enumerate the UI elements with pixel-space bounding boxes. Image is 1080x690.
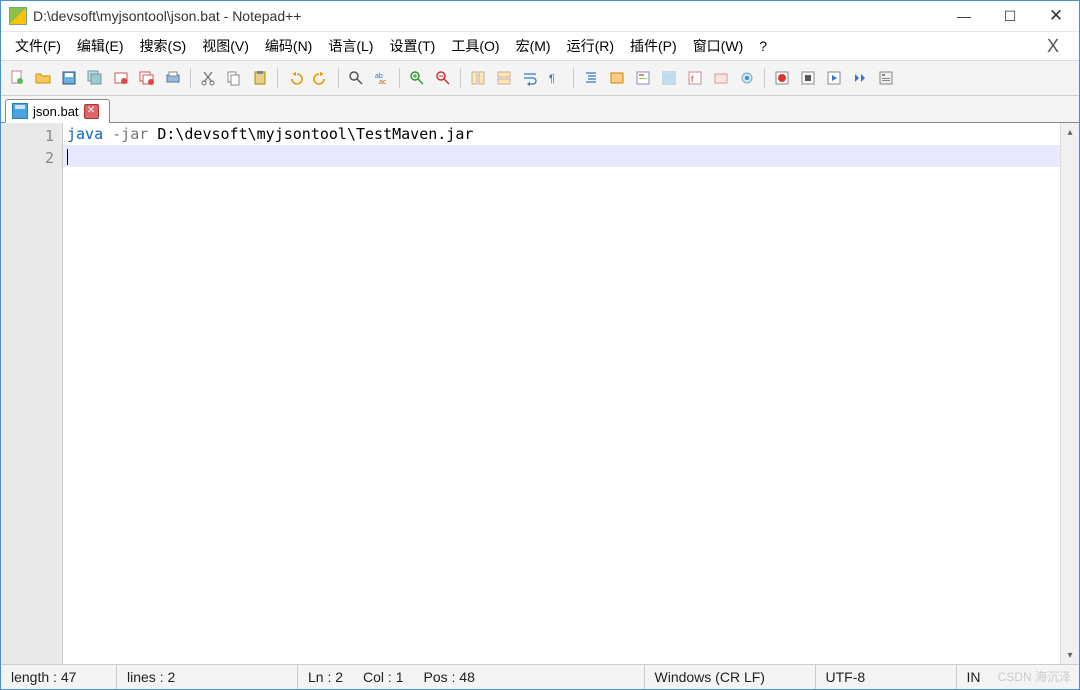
- save-macro-icon[interactable]: [874, 66, 898, 90]
- monitor-icon[interactable]: [735, 66, 759, 90]
- menubar: 文件(F) 编辑(E) 搜索(S) 视图(V) 编码(N) 语言(L) 设置(T…: [1, 32, 1079, 60]
- status-eol: Windows (CR LF): [645, 665, 816, 689]
- titlebar: D:\devsoft\myjsontool\json.bat - Notepad…: [1, 1, 1079, 32]
- save-icon[interactable]: [57, 66, 81, 90]
- tabbar: json.bat ✕: [1, 96, 1079, 123]
- status-insert-mode: IN: [957, 665, 991, 689]
- doc-list-icon[interactable]: [657, 66, 681, 90]
- statusbar: length : 47 lines : 2 Ln : 2 Col : 1 Pos…: [1, 665, 1079, 689]
- menu-macro[interactable]: 宏(M): [508, 33, 559, 59]
- close-button[interactable]: ✕: [1033, 1, 1079, 31]
- menu-language[interactable]: 语言(L): [320, 33, 381, 59]
- menu-help[interactable]: ?: [751, 35, 775, 57]
- close-file-icon[interactable]: [109, 66, 133, 90]
- open-file-icon[interactable]: [31, 66, 55, 90]
- status-ln: Ln : 2: [298, 665, 353, 689]
- menu-plugins[interactable]: 插件(P): [622, 33, 685, 59]
- menu-edit[interactable]: 编辑(E): [69, 33, 132, 59]
- sync-vscroll-icon[interactable]: [466, 66, 490, 90]
- play-macro-icon[interactable]: [822, 66, 846, 90]
- menu-window[interactable]: 窗口(W): [685, 33, 752, 59]
- menu-encoding[interactable]: 编码(N): [257, 33, 320, 59]
- folder-icon[interactable]: [709, 66, 733, 90]
- wordwrap-icon[interactable]: [518, 66, 542, 90]
- window-title: D:\devsoft\myjsontool\json.bat - Notepad…: [33, 8, 941, 24]
- status-pos: Pos : 48: [414, 665, 645, 689]
- app-icon: [9, 7, 27, 25]
- cut-icon[interactable]: [196, 66, 220, 90]
- save-all-icon[interactable]: [83, 66, 107, 90]
- function-list-icon[interactable]: f: [683, 66, 707, 90]
- menu-run[interactable]: 运行(R): [559, 33, 622, 59]
- status-lines: lines : 2: [117, 665, 298, 689]
- menu-view[interactable]: 视图(V): [194, 33, 257, 59]
- menu-file[interactable]: 文件(F): [7, 33, 69, 59]
- svg-text:ac: ac: [379, 79, 387, 86]
- menu-tools[interactable]: 工具(O): [443, 33, 507, 59]
- find-icon[interactable]: [344, 66, 368, 90]
- save-state-icon: [12, 103, 28, 119]
- line-gutter: 1 2: [1, 123, 63, 664]
- menu-settings[interactable]: 设置(T): [381, 33, 443, 59]
- paste-icon[interactable]: [248, 66, 272, 90]
- stop-macro-icon[interactable]: [796, 66, 820, 90]
- line-number: 1: [1, 125, 54, 147]
- scroll-up-icon[interactable]: ▴: [1061, 123, 1079, 141]
- zoom-in-icon[interactable]: [405, 66, 429, 90]
- doc-map-icon[interactable]: [631, 66, 655, 90]
- undo-icon[interactable]: [283, 66, 307, 90]
- tab-label: json.bat: [33, 104, 79, 119]
- print-icon[interactable]: [161, 66, 185, 90]
- status-encoding: UTF-8: [816, 665, 957, 689]
- text-cursor: [67, 149, 68, 165]
- scroll-down-icon[interactable]: ▾: [1061, 646, 1079, 664]
- tab-close-icon[interactable]: ✕: [84, 104, 99, 119]
- code-area[interactable]: java -jar D:\devsoft\myjsontool\TestMave…: [63, 123, 1060, 664]
- replace-icon[interactable]: abac: [370, 66, 394, 90]
- record-macro-icon[interactable]: [770, 66, 794, 90]
- code-line-1[interactable]: java -jar D:\devsoft\myjsontool\TestMave…: [63, 123, 1060, 145]
- editor: 1 2 java -jar D:\devsoft\myjsontool\Test…: [1, 123, 1079, 665]
- copy-icon[interactable]: [222, 66, 246, 90]
- toolbar: abac ¶ f: [1, 60, 1079, 96]
- status-col: Col : 1: [353, 665, 413, 689]
- code-line-2[interactable]: [63, 145, 1060, 167]
- maximize-button[interactable]: ☐: [987, 1, 1033, 31]
- svg-text:¶: ¶: [549, 73, 555, 85]
- new-file-icon[interactable]: [5, 66, 29, 90]
- line-number: 2: [1, 147, 54, 169]
- menu-close-doc[interactable]: X: [1033, 36, 1073, 57]
- status-length: length : 47: [1, 665, 117, 689]
- tab-json-bat[interactable]: json.bat ✕: [5, 99, 110, 123]
- menu-search[interactable]: 搜索(S): [132, 33, 195, 59]
- close-all-icon[interactable]: [135, 66, 159, 90]
- play-multi-icon[interactable]: [848, 66, 872, 90]
- zoom-out-icon[interactable]: [431, 66, 455, 90]
- vertical-scrollbar[interactable]: ▴ ▾: [1060, 123, 1079, 664]
- minimize-button[interactable]: —: [941, 1, 987, 31]
- window: D:\devsoft\myjsontool\json.bat - Notepad…: [0, 0, 1080, 690]
- sync-hscroll-icon[interactable]: [492, 66, 516, 90]
- redo-icon[interactable]: [309, 66, 333, 90]
- indent-guide-icon[interactable]: [579, 66, 603, 90]
- show-all-chars-icon[interactable]: ¶: [544, 66, 568, 90]
- folder-as-workspace-icon[interactable]: [605, 66, 629, 90]
